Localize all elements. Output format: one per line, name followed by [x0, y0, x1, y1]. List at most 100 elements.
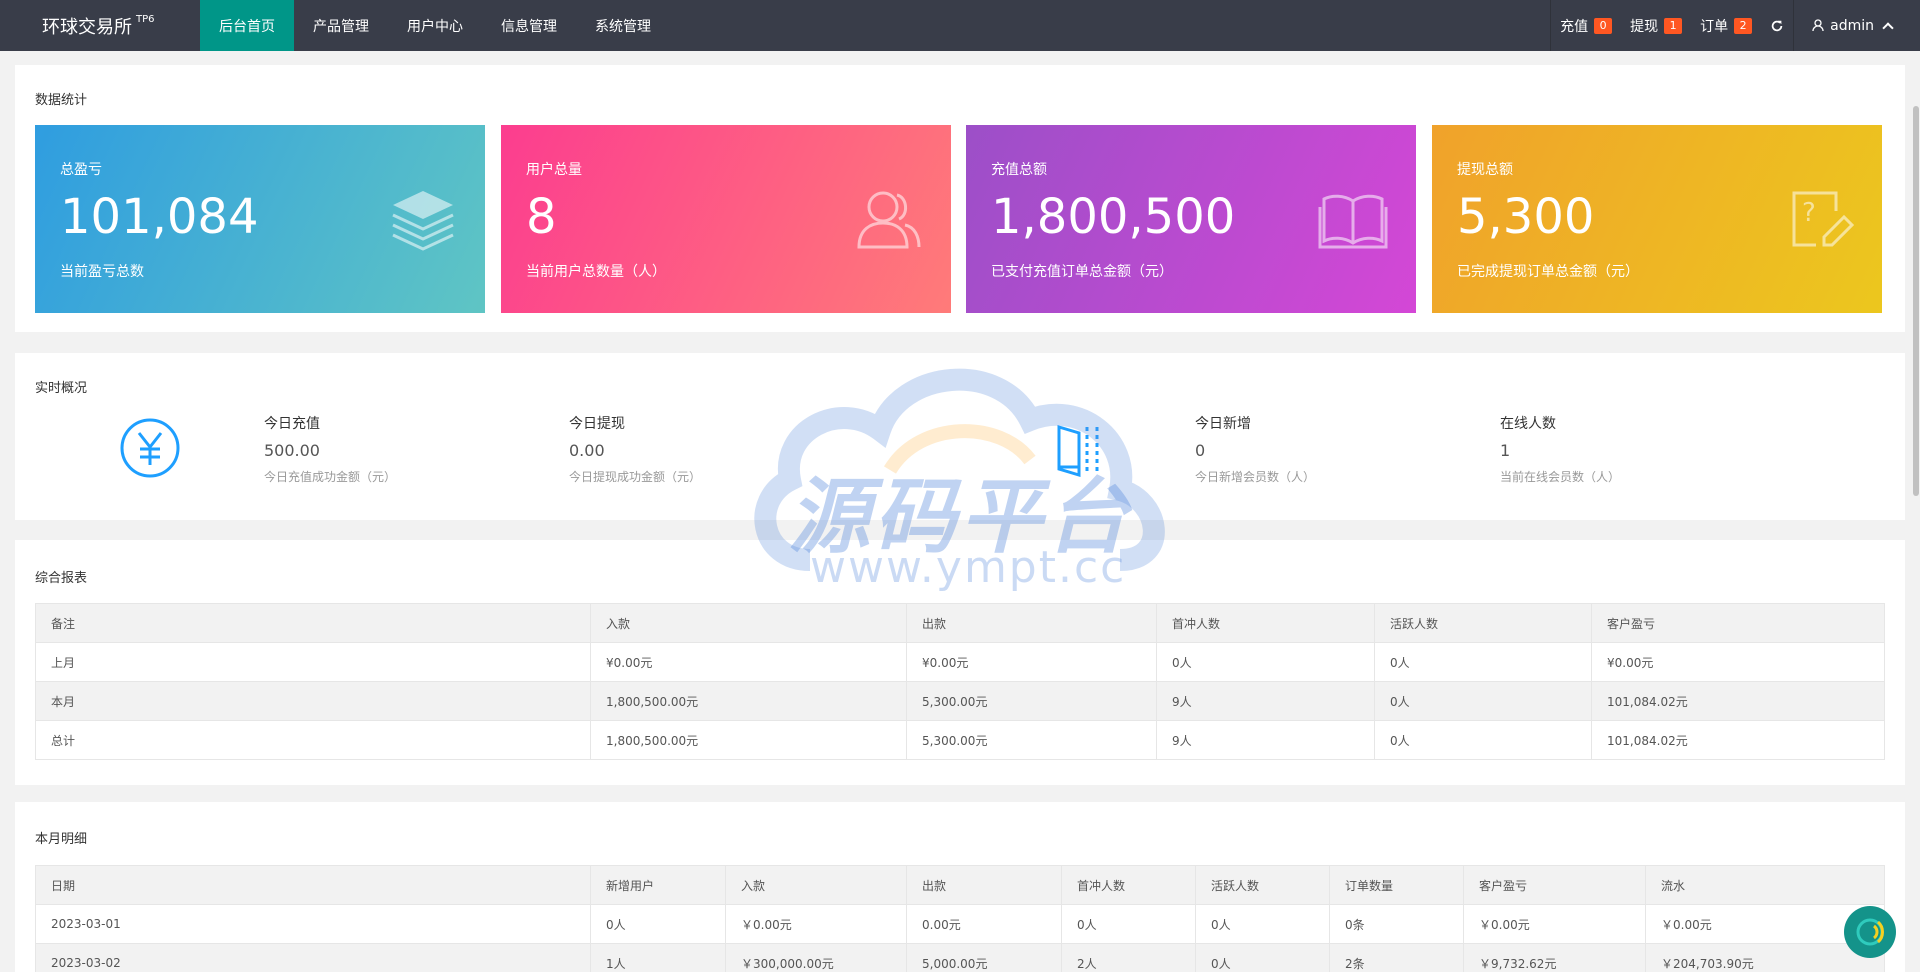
- table-cell: 9人: [1156, 681, 1375, 721]
- table-cell: ￥300,000.00元: [725, 943, 907, 972]
- stat-value: 5,300: [1457, 189, 1595, 245]
- stat-label: 充值总额: [991, 162, 1047, 178]
- table-header-row: 备注 入款 出款 首冲人数 活跃人数 客户盈亏: [35, 603, 1885, 643]
- table-cell: 1,800,500.00元: [590, 720, 907, 760]
- page-scrollbar[interactable]: [1912, 51, 1920, 972]
- stat-desc: 已完成提现订单总金额（元）: [1457, 264, 1639, 280]
- nav-products[interactable]: 产品管理: [294, 0, 388, 51]
- table-cell: 0人: [1374, 642, 1592, 682]
- realtime-item-withdraw: 今日提现 0.00 今日提现成功金额（元）: [569, 413, 701, 485]
- table-header-row: 日期 新增用户 入款 出款 首冲人数 活跃人数 订单数量 客户盈亏 流水: [35, 865, 1885, 905]
- report-title: 综合报表: [35, 571, 88, 586]
- realtime-item-title: 在线人数: [1500, 416, 1556, 432]
- stat-card-recharge: 充值总额 1,800,500 已支付充值订单总金额（元）: [966, 125, 1416, 313]
- report-table: 备注 入款 出款 首冲人数 活跃人数 客户盈亏 上月 ¥0.00元 ¥0.00元…: [35, 603, 1885, 760]
- monthly-table: 日期 新增用户 入款 出款 首冲人数 活跃人数 订单数量 客户盈亏 流水 202…: [35, 865, 1885, 972]
- svg-text:?: ?: [1802, 198, 1816, 228]
- realtime-item-title: 今日提现: [569, 416, 625, 432]
- column-header: 活跃人数: [1374, 603, 1592, 643]
- table-cell: ¥0.00元: [590, 642, 907, 682]
- realtime-item-value: 500.00: [264, 441, 320, 460]
- column-header: 日期: [35, 865, 591, 905]
- table-cell: 5,000.00元: [906, 943, 1062, 972]
- nav-home[interactable]: 后台首页: [200, 0, 294, 51]
- table-cell: 1,800,500.00元: [590, 681, 907, 721]
- table-cell: 0人: [1195, 904, 1330, 944]
- realtime-item-value: 0.00: [569, 441, 605, 460]
- table-row: 本月 1,800,500.00元 5,300.00元 9人 0人 101,084…: [35, 681, 1885, 721]
- column-header: 首冲人数: [1061, 865, 1196, 905]
- realtime-item-desc: 当前在线会员数（人）: [1500, 470, 1621, 484]
- table-cell: 2人: [1061, 943, 1196, 972]
- table-cell: 总计: [35, 720, 591, 760]
- realtime-item-value: 1: [1500, 441, 1511, 460]
- username: admin: [1830, 17, 1874, 34]
- table-cell: 101,084.02元: [1591, 720, 1885, 760]
- stat-card-withdraw: 提现总额 5,300 已完成提现订单总金额（元） ?: [1432, 125, 1882, 313]
- brand-logo[interactable]: 环球交易所 TP6: [0, 0, 200, 51]
- order-badge: 2: [1734, 17, 1753, 34]
- question-edit-icon: ?: [1792, 191, 1854, 247]
- column-header: 出款: [906, 865, 1062, 905]
- order-notice[interactable]: 订单 2: [1691, 0, 1761, 51]
- realtime-item-new-members: 今日新增 0 今日新增会员数（人）: [1195, 413, 1315, 485]
- withdraw-notice[interactable]: 提现 1: [1621, 0, 1691, 51]
- table-cell: 5,300.00元: [906, 681, 1157, 721]
- column-header: 首冲人数: [1156, 603, 1375, 643]
- table-cell: 0人: [1374, 720, 1592, 760]
- table-cell: 0人: [590, 904, 726, 944]
- column-header: 出款: [906, 603, 1157, 643]
- realtime-item-desc: 今日提现成功金额（元）: [569, 470, 702, 484]
- recharge-notice[interactable]: 充值 0: [1551, 0, 1621, 51]
- refresh-button[interactable]: [1761, 0, 1793, 51]
- column-header: 入款: [590, 603, 907, 643]
- stat-desc: 当前用户总数量（人）: [526, 264, 666, 280]
- realtime-item-title: 今日新增: [1195, 416, 1251, 432]
- nav-info[interactable]: 信息管理: [482, 0, 576, 51]
- nav-users[interactable]: 用户中心: [388, 0, 482, 51]
- stat-desc: 当前盈亏总数: [60, 264, 144, 280]
- table-row: 2023-03-01 0人 ￥0.00元 0.00元 0人 0人 0条 ￥0.0…: [35, 904, 1885, 944]
- realtime-item-recharge: 今日充值 500.00 今日充值成功金额（元）: [264, 413, 396, 485]
- stat-value: 1,800,500: [991, 189, 1236, 245]
- column-header: 流水: [1645, 865, 1885, 905]
- recharge-label: 充值: [1560, 18, 1589, 35]
- table-cell: ¥0.00元: [906, 642, 1157, 682]
- stat-card-profit: 总盈亏 101,084 当前盈亏总数: [35, 125, 485, 313]
- table-cell: 本月: [35, 681, 591, 721]
- table-cell: 0.00元: [906, 904, 1062, 944]
- table-cell: 101,084.02元: [1591, 681, 1885, 721]
- stat-label: 总盈亏: [60, 162, 102, 178]
- floating-action-button[interactable]: [1844, 906, 1896, 958]
- users-icon: [857, 191, 921, 249]
- stat-card-users: 用户总量 8 当前用户总数量（人）: [501, 125, 951, 313]
- realtime-panel: 实时概况 今日充值 500.00 今日充值成功金额（元） 今日提现 0.00 今…: [15, 353, 1905, 520]
- user-menu[interactable]: admin: [1794, 0, 1920, 51]
- realtime-item-online: 在线人数 1 当前在线会员数（人）: [1500, 413, 1620, 485]
- table-cell: 0条: [1329, 904, 1464, 944]
- table-cell: 上月: [35, 642, 591, 682]
- column-header: 备注: [35, 603, 591, 643]
- realtime-item-title: 今日充值: [264, 416, 320, 432]
- table-cell: 2023-03-02: [35, 943, 591, 972]
- refresh-icon: [1771, 20, 1783, 31]
- user-icon: [1812, 19, 1824, 32]
- table-cell: 0人: [1061, 904, 1196, 944]
- monthly-panel: 本月明细 日期 新增用户 入款 出款 首冲人数 活跃人数 订单数量 客户盈亏 流…: [15, 802, 1905, 972]
- withdraw-label: 提现: [1630, 18, 1659, 35]
- scrollbar-thumb[interactable]: [1913, 106, 1919, 496]
- table-cell: 0人: [1156, 642, 1375, 682]
- brand-name: 环球交易所: [42, 16, 132, 38]
- table-cell: ¥0.00元: [1591, 642, 1885, 682]
- top-navbar: 环球交易所 TP6 后台首页 产品管理 用户中心 信息管理 系统管理 充值 0 …: [0, 0, 1920, 51]
- column-header: 新增用户: [590, 865, 726, 905]
- nav-system[interactable]: 系统管理: [576, 0, 670, 51]
- table-row: 2023-03-02 1人 ￥300,000.00元 5,000.00元 2人 …: [35, 943, 1885, 972]
- table-cell: 1人: [590, 943, 726, 972]
- realtime-title: 实时概况: [35, 381, 88, 396]
- report-panel: 综合报表 备注 入款 出款 首冲人数 活跃人数 客户盈亏 上月 ¥0.00元 ¥…: [15, 540, 1905, 785]
- column-header: 活跃人数: [1195, 865, 1330, 905]
- column-header: 客户盈亏: [1591, 603, 1885, 643]
- main-nav: 后台首页 产品管理 用户中心 信息管理 系统管理: [200, 0, 670, 51]
- book-icon: [1318, 194, 1388, 249]
